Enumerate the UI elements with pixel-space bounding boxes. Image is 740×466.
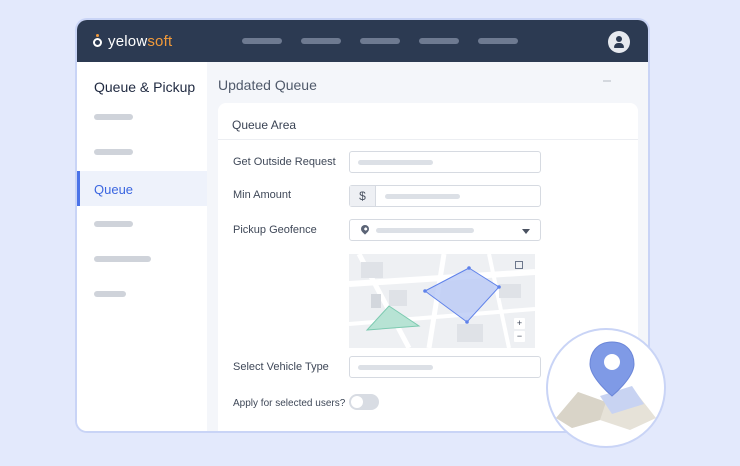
sidebar: Queue & Pickup Queue [77, 62, 207, 431]
placeholder [376, 228, 474, 233]
logo-text-accent: soft [147, 32, 173, 50]
nav-item-1[interactable] [242, 38, 282, 44]
vehicle-type-label: Select Vehicle Type [233, 361, 329, 373]
outside-request-input[interactable] [349, 151, 541, 173]
map-canvas [349, 254, 535, 348]
zoom-in-button[interactable]: + [514, 318, 525, 329]
collapse-icon[interactable] [603, 80, 611, 82]
geofence-map[interactable]: + − [349, 254, 535, 348]
logo[interactable]: yelowsoft [93, 32, 172, 50]
placeholder [385, 194, 460, 199]
nav-item-3[interactable] [360, 38, 400, 44]
logo-text: yelow [108, 32, 148, 50]
sidebar-title: Queue & Pickup [94, 79, 196, 95]
sidebar-item[interactable] [94, 114, 133, 120]
placeholder [358, 365, 433, 370]
min-amount-input[interactable]: $ [349, 185, 541, 207]
map-pin-icon [359, 223, 371, 235]
currency-symbol: $ [350, 186, 376, 206]
sidebar-item-label: Queue [94, 182, 134, 197]
top-navbar: yelowsoft [77, 20, 648, 62]
nav-item-4[interactable] [419, 38, 459, 44]
selected-users-toggle[interactable] [349, 394, 379, 410]
min-amount-label: Min Amount [233, 189, 292, 201]
page-title: Updated Queue [218, 77, 317, 93]
logo-icon [93, 33, 102, 47]
sidebar-item[interactable] [94, 149, 133, 155]
placeholder [358, 160, 433, 165]
map-location-icon [548, 330, 664, 446]
geofence-label: Pickup Geofence [233, 224, 317, 236]
selected-users-label: Apply for selected users? [233, 398, 346, 409]
zoom-out-button[interactable]: − [514, 331, 525, 342]
chevron-down-icon [522, 229, 530, 234]
sidebar-item[interactable] [94, 221, 133, 227]
outside-request-label: Get Outside Request [233, 156, 336, 168]
map-illustration [556, 341, 656, 430]
user-icon[interactable] [608, 31, 630, 53]
expand-icon[interactable] [515, 261, 523, 269]
panel-heading: Queue Area [232, 118, 297, 132]
nav-item-2[interactable] [301, 38, 341, 44]
divider [218, 139, 638, 140]
geofence-select[interactable] [349, 219, 541, 241]
vehicle-type-input[interactable] [349, 356, 541, 378]
sidebar-item[interactable] [94, 291, 126, 297]
sidebar-item[interactable] [94, 256, 151, 262]
nav-item-5[interactable] [478, 38, 518, 44]
sidebar-item-queue[interactable]: Queue [77, 171, 207, 206]
